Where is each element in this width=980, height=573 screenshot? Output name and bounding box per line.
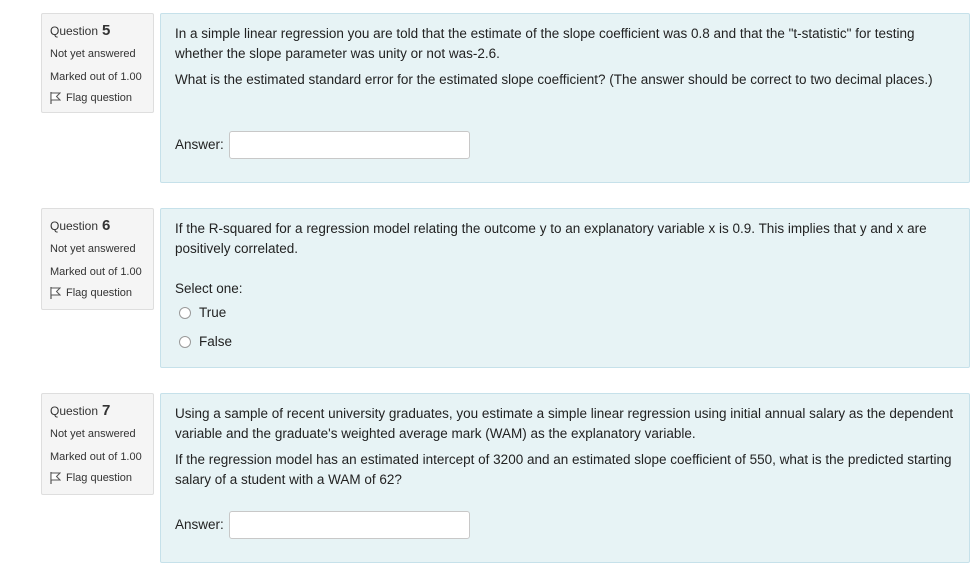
option-true[interactable]: True xyxy=(179,303,226,323)
question-content: If the R-squared for a regression model … xyxy=(160,208,970,368)
question-label: Question xyxy=(50,219,99,233)
question-text-2: If the regression model has an estimated… xyxy=(175,452,952,487)
flag-question-label: Flag question xyxy=(66,472,133,484)
answer-label: Answer: xyxy=(175,137,224,152)
question-info-panel: Question 6 Not yet answered Marked out o… xyxy=(41,208,154,310)
question-number-value: 5 xyxy=(102,22,111,39)
question-text: Using a sample of recent university grad… xyxy=(175,406,954,441)
radio-true[interactable] xyxy=(179,307,191,319)
question-text: In a simple linear regression you are to… xyxy=(175,26,915,61)
answer-input[interactable] xyxy=(228,131,470,159)
answer-status: Not yet answered xyxy=(50,242,136,255)
answer-status: Not yet answered xyxy=(50,47,136,60)
marks-info: Marked out of 1.00 xyxy=(50,70,142,83)
question-label: Question xyxy=(50,404,99,418)
question-info-panel: Question 7 Not yet answered Marked out o… xyxy=(41,393,154,495)
radio-false[interactable] xyxy=(179,336,191,348)
question-content: Using a sample of recent university grad… xyxy=(160,393,970,563)
flag-icon xyxy=(50,472,61,484)
flag-question-link[interactable]: Flag question xyxy=(50,468,153,488)
option-false[interactable]: False xyxy=(179,332,232,352)
select-one-label: Select one: xyxy=(175,281,243,296)
flag-question-link[interactable]: Flag question xyxy=(50,283,153,303)
question-label: Question xyxy=(50,24,99,38)
question-info-panel: Question 5 Not yet answered Marked out o… xyxy=(41,13,154,113)
answer-input[interactable] xyxy=(228,511,470,539)
marks-info: Marked out of 1.00 xyxy=(50,265,142,278)
flag-question-label: Flag question xyxy=(66,92,133,104)
option-true-label[interactable]: True xyxy=(199,303,226,323)
option-false-label[interactable]: False xyxy=(199,332,232,352)
answer-status: Not yet answered xyxy=(50,427,136,440)
question-content: In a simple linear regression you are to… xyxy=(160,13,970,183)
answer-label: Answer: xyxy=(175,517,224,532)
flag-icon xyxy=(50,92,61,104)
answer-row: Answer: xyxy=(175,511,470,539)
question-number: Question 5 xyxy=(50,22,153,42)
question-text: If the R-squared for a regression model … xyxy=(175,221,927,256)
question-text-2: What is the estimated standard error for… xyxy=(175,72,933,87)
question-number-value: 7 xyxy=(102,402,111,419)
flag-question-link[interactable]: Flag question xyxy=(50,88,153,108)
answer-row: Answer: xyxy=(175,131,470,159)
flag-icon xyxy=(50,287,61,299)
marks-info: Marked out of 1.00 xyxy=(50,450,142,463)
question-number: Question 7 xyxy=(50,402,153,422)
question-number-value: 6 xyxy=(102,217,111,234)
question-number: Question 6 xyxy=(50,217,153,237)
flag-question-label: Flag question xyxy=(66,287,133,299)
